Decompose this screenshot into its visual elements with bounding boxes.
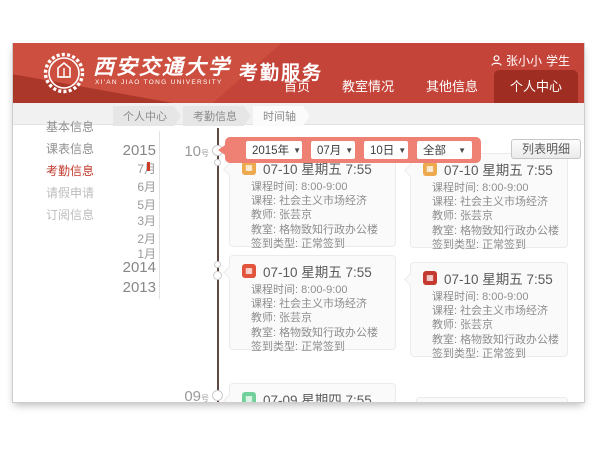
calendar-icon <box>423 162 437 176</box>
timeline-month-may[interactable]: 5月 <box>96 196 156 213</box>
top-nav: 首页 教室情况 其他信息 个人中心 <box>268 70 578 103</box>
year-timeline-line <box>159 131 160 299</box>
user-role: 学生 <box>546 52 570 69</box>
attendance-card: 07-10 星期五 7:55 课程时间:8:00-9:00 课程:社会主义市场经… <box>229 255 396 350</box>
user-name: 张小小 <box>506 52 542 69</box>
timeline-node <box>214 261 221 268</box>
nav-home[interactable]: 首页 <box>268 70 326 103</box>
card-title: 07-09 星期四 7:55 <box>263 389 372 403</box>
chevron-down-icon: ▼ <box>398 146 406 155</box>
breadcrumb-attendance[interactable]: 考勤信息 <box>183 106 251 126</box>
person-icon <box>491 55 502 66</box>
timeline-month-mar[interactable]: 3月 <box>96 212 156 229</box>
current-month-marker <box>147 162 150 171</box>
nav-classrooms[interactable]: 教室情况 <box>326 70 410 103</box>
attendance-card: 07-09 星期四 7:55 <box>229 383 396 403</box>
screenshot-canvas: 西安交通大学 XI'AN JIAO TONG UNIVERSITY 考勤服务 张… <box>0 0 600 450</box>
user-info[interactable]: 张小小 学生 <box>491 52 570 69</box>
day-label-10: 10号 <box>171 143 209 160</box>
chevron-down-icon: ▼ <box>293 146 301 155</box>
type-select[interactable]: 全部▼ <box>417 141 472 159</box>
attendance-card <box>416 397 568 403</box>
list-detail-button[interactable]: 列表明细 <box>511 139 581 159</box>
sidebar-item-basic-info[interactable]: 基本信息 <box>46 118 116 135</box>
breadcrumb-personal-center[interactable]: 个人中心 <box>113 106 181 126</box>
university-name-en: XI'AN JIAO TONG UNIVERSITY <box>95 79 223 86</box>
chevron-down-icon: ▼ <box>345 146 353 155</box>
timeline-month-jun[interactable]: 6月 <box>96 178 156 195</box>
timeline-node <box>214 159 221 166</box>
app-header: 西安交通大学 XI'AN JIAO TONG UNIVERSITY 考勤服务 张… <box>13 43 584 103</box>
breadcrumb: 个人中心 考勤信息 时间轴 <box>113 106 310 126</box>
timeline-year-2013[interactable]: 2013 <box>96 279 156 296</box>
breadcrumb-timeline[interactable]: 时间轴 <box>253 106 310 126</box>
day-select[interactable]: 10日▼ <box>364 141 408 159</box>
timeline-node <box>213 271 222 280</box>
university-logo-icon <box>43 52 85 94</box>
card-title: 07-10 星期五 7:55 <box>444 268 553 288</box>
card-title: 07-10 星期五 7:55 <box>263 261 372 281</box>
day-label-09: 09号 <box>171 388 209 403</box>
calendar-icon <box>242 161 256 175</box>
nav-other-info[interactable]: 其他信息 <box>410 70 494 103</box>
attendance-card: 07-10 星期五 7:55 课程时间:8:00-9:00 课程:社会主义市场经… <box>410 262 568 357</box>
nav-personal-center[interactable]: 个人中心 <box>494 70 578 103</box>
calendar-icon <box>242 392 256 403</box>
timeline-node <box>212 390 223 401</box>
attendance-card: 07-10 星期五 7:55 课程时间:8:00-9:00 课程:社会主义市场经… <box>229 152 396 247</box>
university-name-cn: 西安交通大学 <box>93 51 231 81</box>
attendance-card: 07-10 星期五 7:55 课程时间:8:00-9:00 课程:社会主义市场经… <box>410 153 568 248</box>
year-select[interactable]: 2015年▼ <box>246 141 302 159</box>
timeline-year-2015[interactable]: 2015 <box>96 142 156 159</box>
chevron-down-icon: ▼ <box>458 146 466 155</box>
attendance-app-window: 西安交通大学 XI'AN JIAO TONG UNIVERSITY 考勤服务 张… <box>12 43 585 403</box>
month-select[interactable]: 07月▼ <box>311 141 355 159</box>
timeline-year-2014[interactable]: 2014 <box>96 259 156 276</box>
calendar-icon <box>242 264 256 278</box>
date-filter-callout: 2015年▼ 07月▼ 10日▼ 全部▼ <box>225 137 481 163</box>
calendar-icon <box>423 271 437 285</box>
